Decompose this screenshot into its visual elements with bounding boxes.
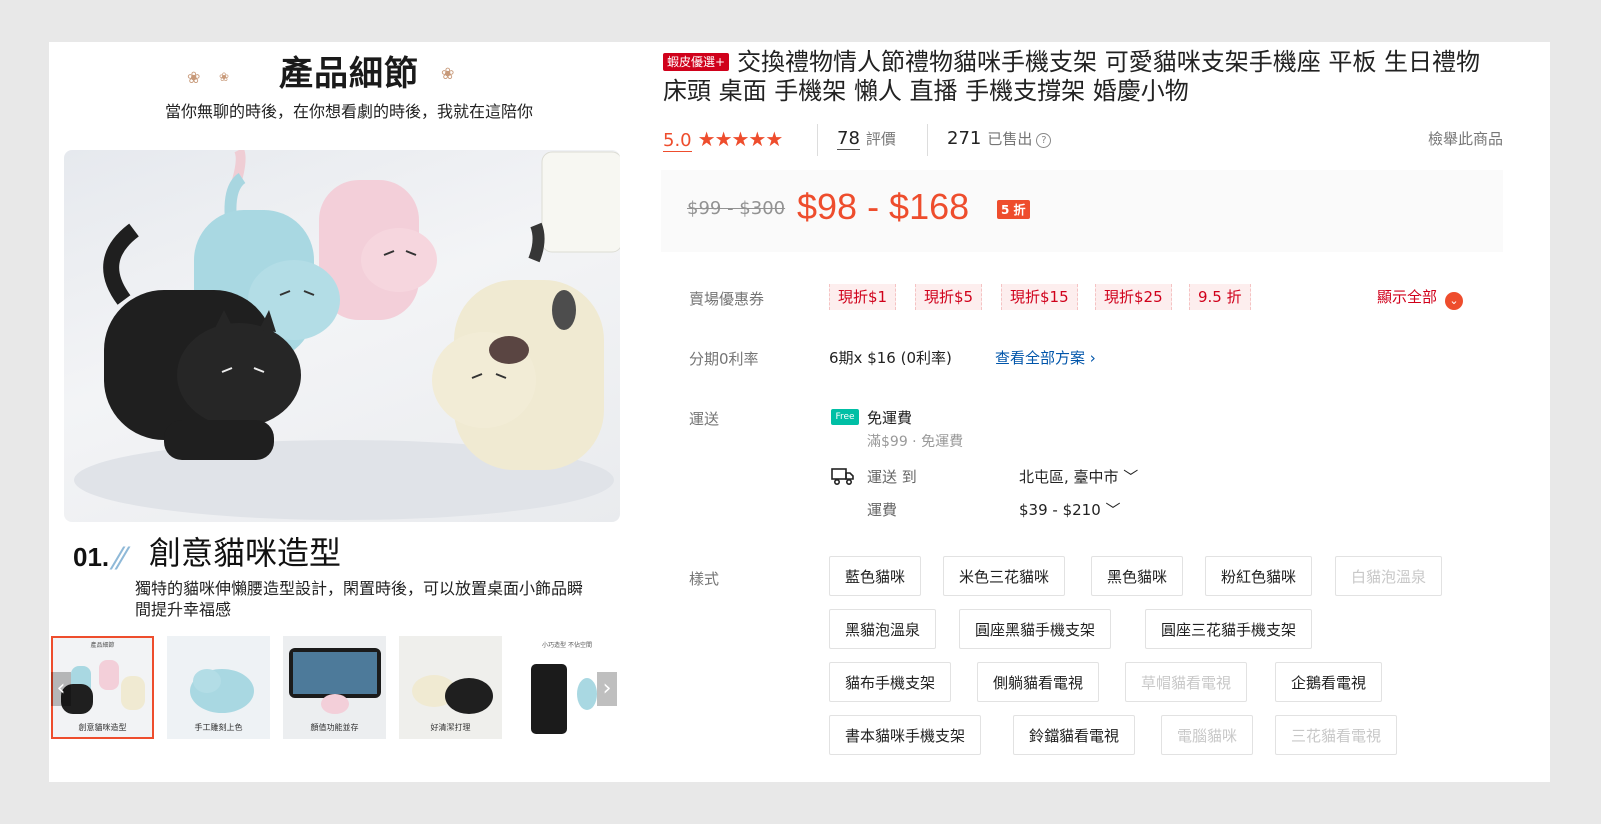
thumbnail-strip: 產品細節 創意貓咪造型 手工雕刻上色 顏值功能並存 好清潔打理 小巧造型 不佔空… [51, 636, 641, 740]
thumbnail-caption: 好清潔打理 [430, 723, 471, 732]
cats-photo [64, 150, 620, 522]
variants-label: 樣式 [689, 570, 720, 588]
shipping-fee-label: 運費 [867, 501, 898, 519]
thumbnail-prev-arrow-icon[interactable]: ‹ [51, 672, 71, 706]
reviews-label: 評價 [865, 130, 896, 148]
voucher-chip[interactable]: 現折$1 [829, 284, 897, 310]
product-info: 蝦皮優選+ 交換禮物情人節禮物貓咪手機支架 可愛貓咪支架手機座 平板 生日禮物 床… [661, 42, 1503, 782]
sold-label: 已售出 [987, 130, 1033, 148]
free-shipping-icon: Free [831, 409, 859, 425]
ship-to-location-select[interactable]: 北屯區, 臺中市 ﹀ [1019, 466, 1138, 487]
discount-badge: 5 折 [997, 200, 1030, 219]
variant-option-disabled: 三花貓看電視 [1275, 715, 1398, 755]
star-rating-icon: ★★★★★ [697, 127, 784, 151]
variant-option-disabled: 白貓泡溫泉 [1335, 556, 1443, 596]
installment-value: 6期x $16 (0利率) [829, 349, 952, 367]
reviews-count: 78 [837, 128, 860, 150]
cat-phone-stands-illustration [74, 150, 620, 520]
vouchers-label: 賣場優惠券 [689, 290, 765, 308]
show-all-vouchers-button[interactable]: 顯示全部 ⌄ [1377, 286, 1463, 310]
help-icon[interactable]: ? [1036, 133, 1052, 148]
truck-icon [831, 468, 854, 486]
variant-option[interactable]: 企鵝看電視 [1275, 662, 1383, 702]
divider [927, 124, 928, 156]
variant-option[interactable]: 圓座三花貓手機支架 [1145, 609, 1313, 649]
variant-option[interactable]: 粉紅色貓咪 [1205, 556, 1313, 596]
voucher-chip[interactable]: 現折$5 [915, 284, 983, 310]
variant-option[interactable]: 黑貓泡溫泉 [829, 609, 937, 649]
thumbnail[interactable]: 顏值功能並存 [283, 636, 386, 739]
variant-option[interactable]: 米色三花貓咪 [943, 556, 1066, 596]
rating-summary[interactable]: 5.0 ★★★★★ [663, 124, 784, 156]
free-shipping-condition: 滿$99 · 免運費 [867, 434, 964, 450]
installment-label: 分期0利率 [689, 350, 759, 368]
rating-value: 5.0 [663, 130, 692, 152]
free-shipping-text: 免運費 [867, 409, 913, 427]
feature-title: 創意貓咪造型 [149, 534, 342, 572]
voucher-chip[interactable]: 現折$25 [1095, 284, 1172, 310]
product-stats: 5.0 ★★★★★ 78 評價 271 已售出? 檢舉此商品 [663, 124, 1503, 156]
variant-option[interactable]: 圓座黑貓手機支架 [959, 609, 1112, 649]
product-card: ❀ ❀ ❀ 產品細節 當你無聊的時後，在你想看劇的時後，我就在這陪你 01. ⁄… [49, 42, 1550, 782]
variant-option[interactable]: 書本貓咪手機支架 [829, 715, 982, 755]
thumbnail-caption: 顏值功能並存 [310, 723, 359, 732]
product-gallery: ❀ ❀ ❀ 產品細節 當你無聊的時後，在你想看劇的時後，我就在這陪你 01. ⁄… [49, 42, 649, 782]
product-title-text: 交換禮物情人節禮物貓咪手機支架 可愛貓咪支架手機座 平板 生日禮物 床頭 桌面 … [663, 48, 1480, 105]
thumbnail-mini-title: 產品細節 [90, 642, 115, 649]
thumbnail-caption: 創意貓咪造型 [78, 723, 127, 732]
product-title: 蝦皮優選+ 交換禮物情人節禮物貓咪手機支架 可愛貓咪支架手機座 平板 生日禮物 床… [663, 48, 1503, 106]
price-section: $99 - $300 $98 - $168 5 折 [661, 170, 1503, 252]
show-all-label: 顯示全部 [1376, 288, 1437, 306]
hero-subtitle: 當你無聊的時後，在你想看劇的時後，我就在這陪你 [164, 102, 533, 121]
hero-title: 產品細節 [279, 54, 419, 94]
original-price: $99 - $300 [687, 198, 786, 219]
voucher-chip[interactable]: 現折$15 [1001, 284, 1078, 310]
sold-summary: 271 已售出? [947, 124, 1052, 154]
current-price: $98 - $168 [797, 186, 970, 227]
thumbnail-next-arrow-icon[interactable]: › [597, 672, 617, 706]
divider [817, 124, 818, 156]
thumbnail[interactable]: 手工雕刻上色 [167, 636, 270, 739]
ship-to-label: 運送 到 [867, 468, 917, 486]
variant-option[interactable]: 藍色貓咪 [829, 556, 922, 596]
feature-description: 獨特的貓咪伸懶腰造型設計，閑置時後，可以放置桌面小飾品瞬間提升幸福感 [135, 579, 584, 619]
thumbnail-mini-title: 小巧造型 不佔空間 [542, 642, 592, 649]
feature-number: 01. [73, 542, 110, 572]
sold-count: 271 [947, 128, 982, 149]
reviews-summary[interactable]: 78 評價 [837, 124, 896, 154]
main-product-image[interactable]: ❀ ❀ ❀ 產品細節 當你無聊的時後，在你想看劇的時後，我就在這陪你 01. ⁄… [49, 42, 649, 624]
shipping-label: 運送 [689, 410, 720, 428]
slash-decoration-icon: ⁄⁄ [115, 542, 126, 577]
voucher-chip[interactable]: 9.5 折 [1189, 284, 1251, 310]
variant-option[interactable]: 鈴鐺貓看電視 [1013, 715, 1136, 755]
variant-option[interactable]: 黑色貓咪 [1091, 556, 1184, 596]
variant-option-disabled: 電腦貓咪 [1161, 715, 1254, 755]
thumbnail[interactable]: 好清潔打理 [399, 636, 502, 739]
preferred-badge: 蝦皮優選+ [663, 53, 730, 71]
thumbnail-caption: 手工雕刻上色 [194, 723, 243, 732]
variant-option-disabled: 草帽貓看電視 [1125, 662, 1248, 702]
view-all-plans-link[interactable]: 查看全部方案 › [995, 347, 1096, 368]
chevron-down-icon: ⌄ [1445, 292, 1463, 310]
shipping-fee-select[interactable]: $39 - $210 ﹀ [1019, 499, 1121, 520]
variant-option[interactable]: 貓布手機支架 [829, 662, 952, 702]
report-product-link[interactable]: 檢舉此商品 [1428, 124, 1503, 154]
variant-option[interactable]: 側躺貓看電視 [977, 662, 1100, 702]
